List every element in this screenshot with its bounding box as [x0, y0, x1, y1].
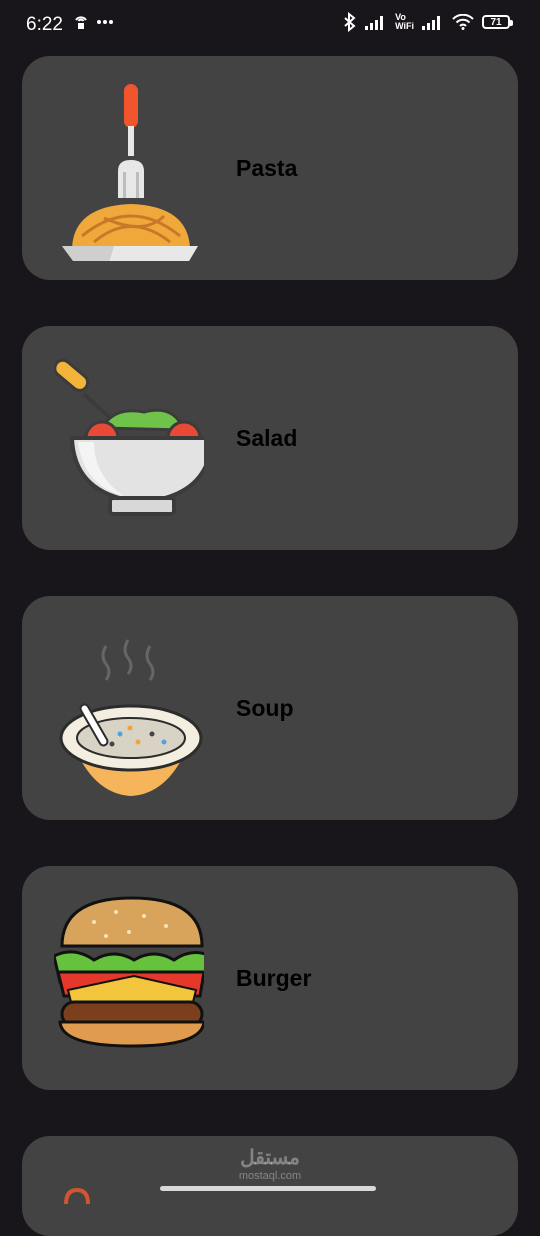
- status-bar: 6:22 Vo WiFi 71: [0, 0, 540, 50]
- pasta-plate-icon: [62, 84, 198, 261]
- soup-bowl-icon: [59, 639, 203, 796]
- food-list: Pasta Salad Soup Burger: [22, 56, 518, 1136]
- food-card-pasta[interactable]: Pasta: [22, 56, 518, 280]
- wifi-icon: [452, 14, 474, 30]
- bluetooth-icon: [344, 12, 356, 32]
- food-card-salad[interactable]: Salad: [22, 326, 518, 550]
- food-label: Pasta: [236, 154, 298, 181]
- signal-icon: [365, 16, 384, 30]
- burger-icon: [54, 896, 204, 1048]
- food-label: Salad: [236, 424, 298, 451]
- food-card-burger[interactable]: Burger: [22, 866, 518, 1090]
- watermark: مستقل mostaql.com: [238, 1147, 302, 1182]
- battery-icon: 71: [482, 15, 513, 29]
- more-dots-icon: [97, 20, 113, 24]
- food-card-soup[interactable]: Soup: [22, 596, 518, 820]
- food-label: Soup: [236, 694, 294, 721]
- vowifi-indicator: Vo WiFi: [395, 12, 414, 31]
- hotspot-icon: [75, 16, 87, 29]
- status-time: 6:22: [26, 14, 63, 35]
- food-partial-icon: [64, 1187, 90, 1205]
- home-indicator[interactable]: [160, 1186, 376, 1191]
- signal-2-icon: [422, 16, 440, 30]
- salad-bowl-icon: [54, 358, 204, 516]
- food-label: Burger: [236, 964, 312, 991]
